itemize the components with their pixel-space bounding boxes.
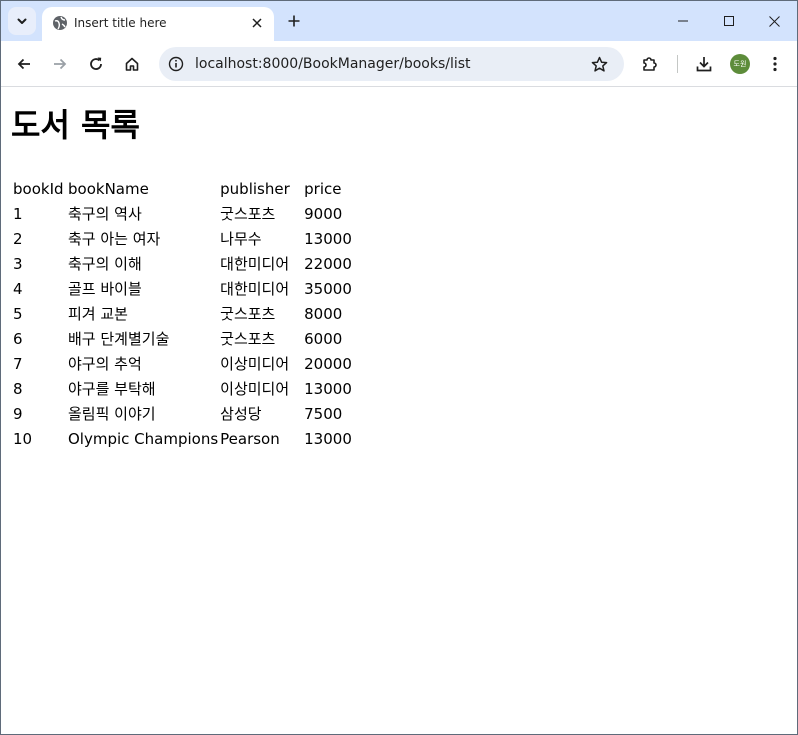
cell-bookname: 올림픽 이야기: [68, 405, 156, 423]
table-row: 3 축구의 이해 대한미디어 22000: [13, 251, 352, 276]
column-header-price: price: [304, 179, 342, 198]
cell-bookid: 6: [13, 329, 23, 348]
cell-price: 7500: [304, 404, 343, 423]
cell-bookid: 5: [13, 304, 23, 323]
profile-avatar[interactable]: 도원: [730, 54, 750, 74]
cell-price: 13000: [304, 429, 352, 448]
forward-button[interactable]: [47, 51, 73, 77]
browser-toolbar: localhost:8000/BookManager/books/list 도원: [1, 41, 797, 87]
table-row: 10 Olympic Champions Pearson 13000: [13, 426, 352, 451]
table-header-row: bookId bookName publisher price: [13, 176, 352, 201]
cell-publisher: 대한미디어: [220, 255, 290, 273]
cell-publisher: 삼성당: [220, 405, 262, 423]
table-row: 6 배구 단계별기술 굿스포츠 6000: [13, 326, 352, 351]
minimize-icon: [678, 16, 688, 26]
cell-bookid: 7: [13, 354, 23, 373]
cell-bookid: 3: [13, 254, 23, 273]
puzzle-icon: [641, 55, 659, 73]
browser-window: Insert title here localhost:8000/BookMan…: [0, 0, 798, 735]
cell-bookname: Olympic Champions: [68, 429, 219, 448]
cell-bookname: 축구의 역사: [68, 205, 142, 223]
close-window-button[interactable]: [751, 1, 797, 41]
cell-price: 22000: [304, 254, 352, 273]
cell-bookid: 9: [13, 404, 23, 423]
cell-publisher: 이상미디어: [220, 380, 290, 398]
menu-button[interactable]: [762, 51, 788, 77]
url-text: localhost:8000/BookManager/books/list: [195, 56, 471, 72]
cell-bookname: 야구를 부탁해: [68, 380, 156, 398]
close-icon: [768, 15, 780, 27]
cell-price: 13000: [304, 379, 352, 398]
tab-strip: Insert title here: [1, 1, 797, 41]
cell-bookname: 피겨 교본: [68, 305, 128, 323]
tab-active[interactable]: Insert title here: [42, 7, 274, 41]
cell-bookname: 배구 단계별기술: [68, 330, 170, 348]
cell-publisher: 굿스포츠: [220, 330, 276, 348]
back-button[interactable]: [11, 51, 37, 77]
cell-bookname: 야구의 추억: [68, 355, 142, 373]
cell-publisher: 이상미디어: [220, 355, 290, 373]
cell-price: 9000: [304, 204, 343, 223]
cell-price: 8000: [304, 304, 343, 323]
downloads-button[interactable]: [691, 51, 717, 77]
globe-icon: [52, 15, 68, 31]
maximize-button[interactable]: [706, 1, 752, 41]
cell-bookid: 4: [13, 279, 23, 298]
address-bar[interactable]: localhost:8000/BookManager/books/list: [159, 47, 624, 81]
close-icon[interactable]: [248, 14, 266, 32]
tab-search-button[interactable]: [8, 7, 36, 35]
page-title: 도서 목록: [11, 106, 140, 144]
home-icon: [124, 56, 140, 72]
cell-bookname: 축구의 이해: [68, 255, 142, 273]
page-content: 도서 목록 bookId bookName publisher price 1 …: [1, 88, 797, 734]
table-row: 7 야구의 추억 이상미디어 20000: [13, 351, 352, 376]
plus-icon: [288, 15, 300, 27]
cell-publisher: 굿스포츠: [220, 305, 276, 323]
book-table: bookId bookName publisher price 1 축구의 역사…: [11, 176, 354, 451]
tab-title: Insert title here: [74, 16, 167, 30]
table-row: 5 피겨 교본 굿스포츠 8000: [13, 301, 352, 326]
cell-price: 13000: [304, 229, 352, 248]
cell-price: 20000: [304, 354, 352, 373]
cell-bookid: 1: [13, 204, 23, 223]
minimize-button[interactable]: [660, 1, 706, 41]
download-icon: [695, 55, 713, 73]
table-row: 2 축구 아는 여자 나무수 13000: [13, 226, 352, 251]
cell-bookid: 8: [13, 379, 23, 398]
table-row: 1 축구의 역사 굿스포츠 9000: [13, 201, 352, 226]
info-icon[interactable]: [167, 55, 185, 73]
table-row: 8 야구를 부탁해 이상미디어 13000: [13, 376, 352, 401]
cell-bookid: 10: [13, 429, 33, 448]
extensions-button[interactable]: [637, 51, 663, 77]
toolbar-divider: [677, 55, 678, 73]
column-header-bookid: bookId: [13, 179, 64, 198]
cell-bookname: 골프 바이블: [68, 280, 142, 298]
maximize-icon: [724, 16, 734, 26]
reload-icon: [88, 56, 104, 72]
chevron-down-icon: [16, 15, 28, 27]
cell-bookid: 2: [13, 229, 23, 248]
cell-publisher: Pearson: [220, 429, 280, 448]
kebab-icon: [773, 56, 777, 72]
column-header-bookname: bookName: [68, 179, 149, 198]
cell-publisher: 나무수: [220, 230, 262, 248]
cell-publisher: 굿스포츠: [220, 205, 276, 223]
star-icon[interactable]: [589, 54, 609, 74]
new-tab-button[interactable]: [284, 11, 304, 31]
reload-button[interactable]: [83, 51, 109, 77]
cell-price: 35000: [304, 279, 352, 298]
table-row: 4 골프 바이블 대한미디어 35000: [13, 276, 352, 301]
arrow-left-icon: [16, 56, 32, 72]
cell-price: 6000: [304, 329, 343, 348]
cell-publisher: 대한미디어: [220, 280, 290, 298]
column-header-publisher: publisher: [220, 179, 290, 198]
table-row: 9 올림픽 이야기 삼성당 7500: [13, 401, 352, 426]
home-button[interactable]: [119, 51, 145, 77]
cell-bookname: 축구 아는 여자: [68, 230, 161, 248]
arrow-right-icon: [52, 56, 68, 72]
